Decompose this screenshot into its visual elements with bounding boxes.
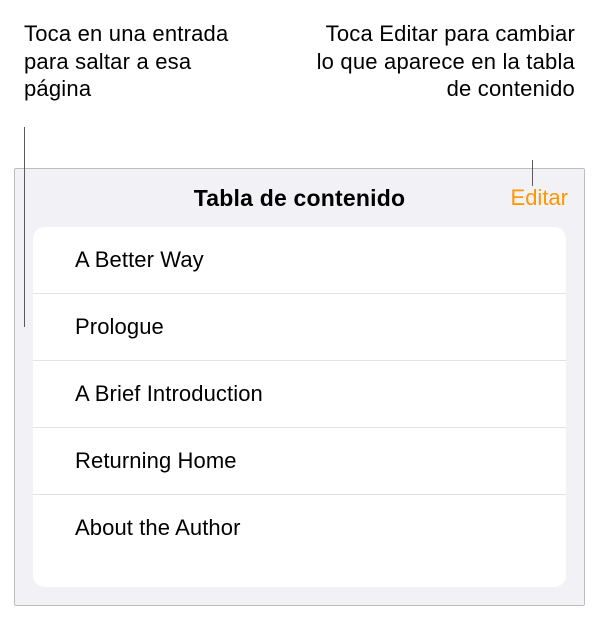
toc-entry[interactable]: A Better Way: [33, 227, 566, 293]
callout-edit: Toca Editar para cambiar lo que aparece …: [315, 20, 575, 103]
toc-entry[interactable]: Returning Home: [33, 427, 566, 494]
callout-leader-right: [532, 160, 533, 186]
callout-row: Toca en una entrada para saltar a esa pá…: [0, 0, 599, 103]
page-title: Tabla de contenido: [194, 185, 405, 212]
toc-list: A Better Way Prologue A Brief Introducti…: [33, 227, 566, 587]
toc-entry[interactable]: About the Author: [33, 494, 566, 561]
toc-entry[interactable]: A Brief Introduction: [33, 360, 566, 427]
edit-button[interactable]: Editar: [511, 185, 568, 211]
toc-panel-header: Tabla de contenido Editar: [15, 169, 584, 227]
callout-leader-left: [24, 127, 25, 327]
callout-tap-entry: Toca en una entrada para saltar a esa pá…: [24, 20, 244, 103]
toc-entry[interactable]: Prologue: [33, 293, 566, 360]
toc-panel: Tabla de contenido Editar A Better Way P…: [14, 168, 585, 606]
